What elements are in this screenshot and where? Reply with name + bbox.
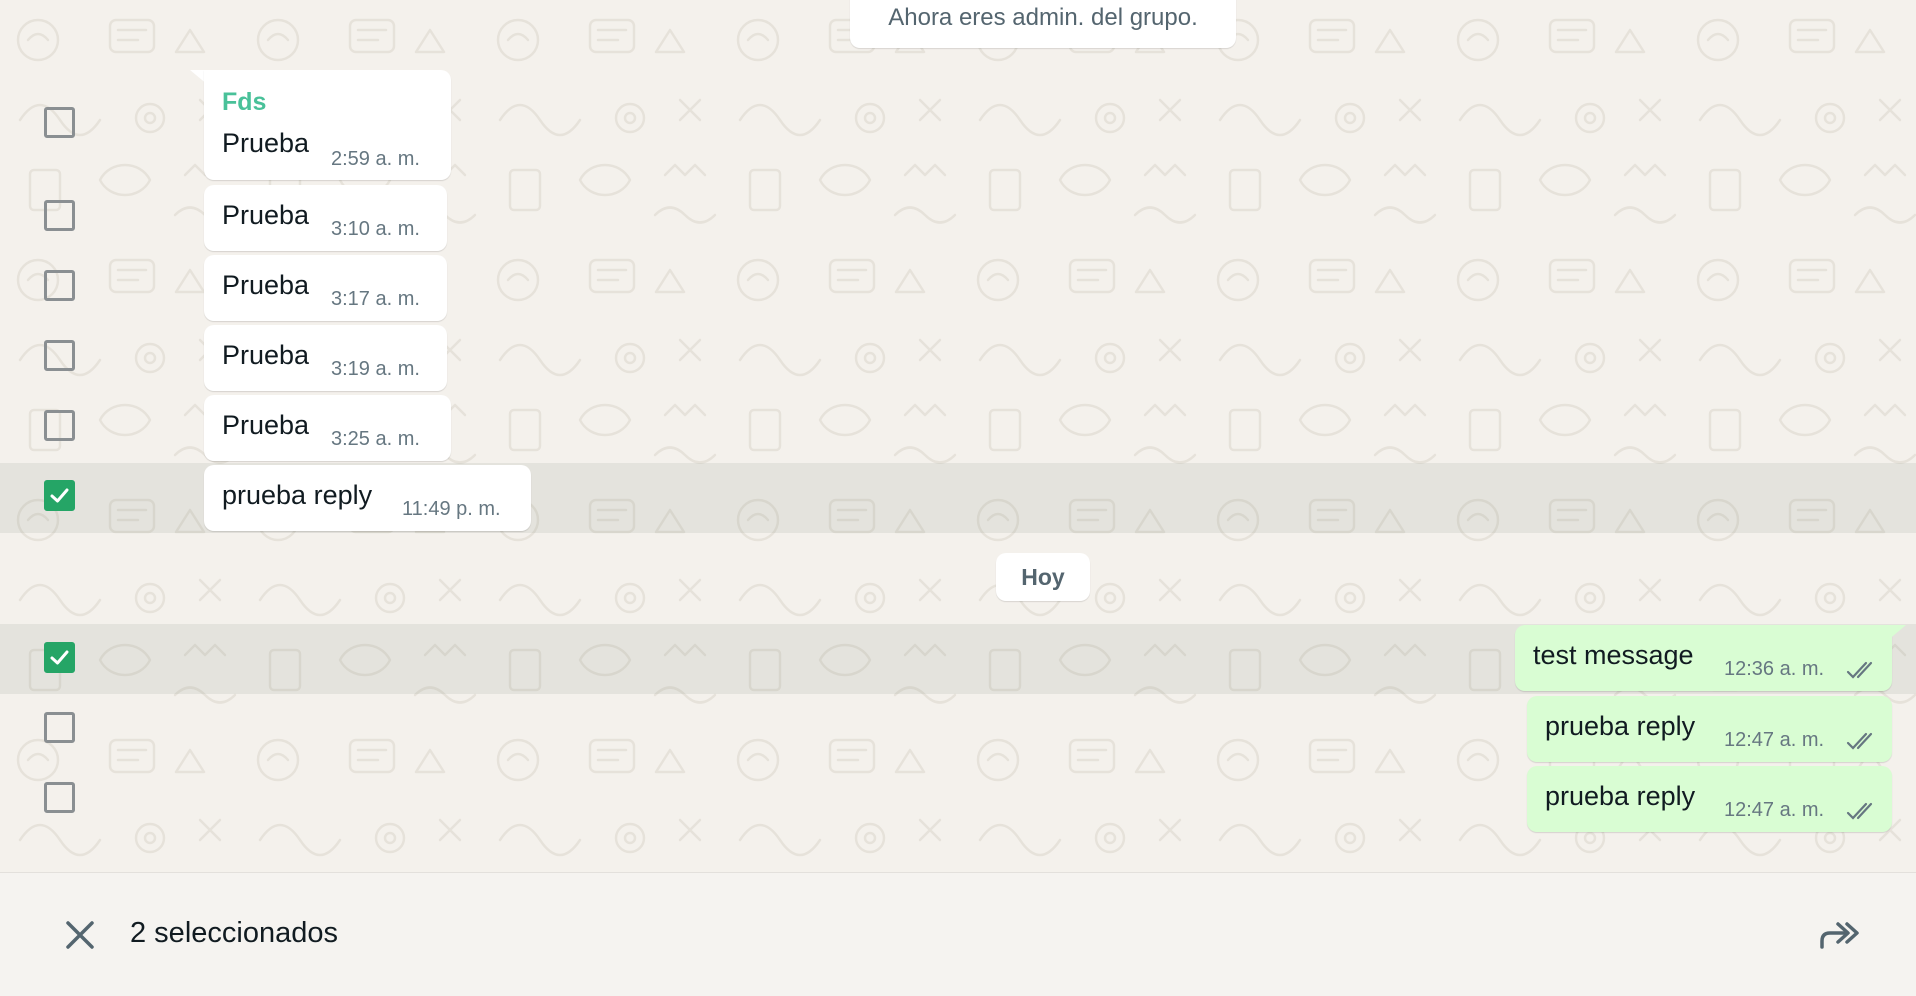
message-time: 3:10 a. m. — [331, 218, 420, 240]
message-checkbox[interactable] — [44, 107, 75, 138]
sender-name: Fds — [222, 88, 267, 116]
message-checkbox[interactable] — [44, 270, 75, 301]
bubble-tail — [1880, 625, 1906, 647]
message-time: 11:49 p. m. — [402, 498, 501, 520]
selection-footer: 2 seleccionados — [0, 872, 1916, 996]
date-divider: Hoy — [996, 553, 1090, 601]
message-text: test message — [1533, 640, 1694, 670]
message-time: 12:47 a. m. — [1724, 729, 1825, 751]
message-time: 3:25 a. m. — [331, 428, 420, 450]
outgoing-message-bubble[interactable]: prueba reply 12:47 a. m. — [1527, 696, 1892, 762]
message-text: Prueba — [222, 128, 310, 158]
message-text: prueba reply — [1545, 711, 1696, 741]
message-text: Prueba — [222, 410, 310, 440]
incoming-message-bubble[interactable]: Prueba 3:25 a. m. — [204, 395, 451, 461]
double-check-icon — [1846, 661, 1873, 679]
forward-button[interactable] — [1816, 911, 1866, 961]
message-row[interactable]: Prueba 3:25 a. m. — [0, 395, 1916, 461]
message-row[interactable]: Prueba 3:19 a. m. — [0, 325, 1916, 391]
close-icon — [66, 921, 94, 949]
message-row[interactable]: prueba reply 12:47 a. m. — [0, 694, 1916, 764]
message-row[interactable]: Prueba 3:10 a. m. — [0, 185, 1916, 251]
forward-icon — [1820, 922, 1859, 949]
message-text: Prueba — [222, 200, 310, 230]
check-icon — [50, 650, 69, 665]
double-check-icon — [1846, 732, 1873, 750]
double-check-icon — [1846, 802, 1873, 820]
chat-window: Ahora eres admin. del grupo. Fds Prueba … — [0, 0, 1916, 996]
system-message-text: Ahora eres admin. del grupo. — [888, 4, 1198, 31]
message-time: 2:59 a. m. — [331, 148, 420, 170]
check-icon — [50, 488, 69, 503]
message-row-selected[interactable]: test message 12:36 a. m. — [0, 624, 1916, 694]
incoming-message-bubble[interactable]: Prueba 3:19 a. m. — [204, 325, 447, 391]
system-message: Ahora eres admin. del grupo. — [850, 0, 1236, 48]
message-text: Prueba — [222, 270, 310, 300]
message-list[interactable]: Ahora eres admin. del grupo. Fds Prueba … — [0, 0, 1916, 872]
close-selection-button[interactable] — [58, 913, 102, 957]
message-row-selected[interactable]: prueba reply 11:49 p. m. — [0, 463, 1916, 533]
date-divider-text: Hoy — [1021, 564, 1065, 590]
message-checkbox[interactable] — [44, 410, 75, 441]
message-checkbox[interactable] — [44, 200, 75, 231]
message-text: prueba reply — [222, 480, 373, 510]
message-text: Prueba — [222, 340, 310, 370]
message-row[interactable]: prueba reply 12:47 a. m. — [0, 764, 1916, 834]
message-time: 12:47 a. m. — [1724, 799, 1825, 821]
incoming-message-bubble[interactable]: Prueba 3:10 a. m. — [204, 185, 447, 251]
incoming-message-bubble[interactable]: prueba reply 11:49 p. m. — [204, 465, 531, 531]
message-checkbox-checked[interactable] — [44, 480, 75, 511]
selected-count: 2 seleccionados — [130, 917, 338, 949]
message-checkbox[interactable] — [44, 340, 75, 371]
message-checkbox[interactable] — [44, 782, 75, 813]
message-row[interactable]: Fds Prueba 2:59 a. m. — [0, 70, 1916, 180]
message-time: 12:36 a. m. — [1724, 658, 1825, 680]
incoming-message-bubble[interactable]: Prueba 3:17 a. m. — [204, 255, 447, 321]
message-checkbox-checked[interactable] — [44, 642, 75, 673]
message-time: 3:19 a. m. — [331, 358, 420, 380]
message-checkbox[interactable] — [44, 712, 75, 743]
message-text: prueba reply — [1545, 781, 1696, 811]
outgoing-message-bubble[interactable]: prueba reply 12:47 a. m. — [1527, 766, 1892, 832]
message-time: 3:17 a. m. — [331, 288, 420, 310]
message-row[interactable]: Prueba 3:17 a. m. — [0, 255, 1916, 321]
incoming-message-bubble[interactable]: Fds Prueba 2:59 a. m. — [204, 70, 451, 180]
outgoing-message-bubble[interactable]: test message 12:36 a. m. — [1515, 625, 1892, 691]
